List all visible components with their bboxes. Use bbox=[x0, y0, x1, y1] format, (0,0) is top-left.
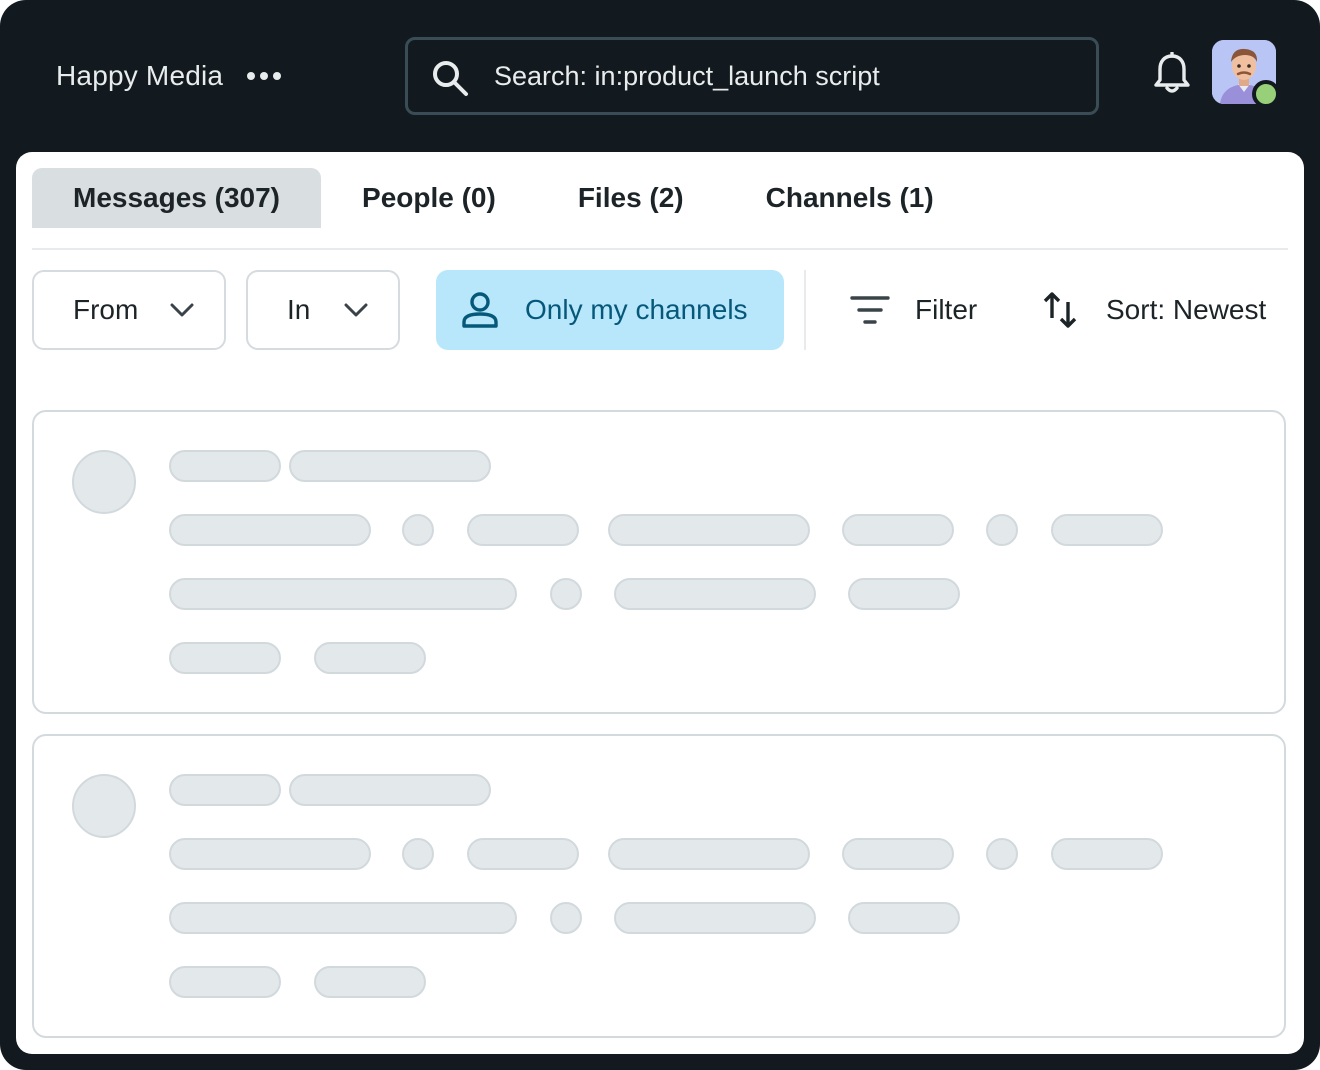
skeleton-line bbox=[314, 642, 426, 674]
skeleton-dot bbox=[986, 838, 1018, 870]
workspace-switcher[interactable]: Happy Media bbox=[56, 56, 282, 96]
skeleton-line bbox=[169, 514, 371, 546]
skeleton-line bbox=[614, 578, 816, 610]
chevron-down-icon bbox=[170, 303, 194, 317]
bell-icon[interactable] bbox=[1152, 52, 1192, 96]
from-dropdown[interactable]: From bbox=[32, 270, 226, 350]
message-result-placeholder bbox=[32, 734, 1286, 1038]
skeleton-line bbox=[169, 774, 281, 806]
skeleton-line bbox=[169, 578, 517, 610]
skeleton-line bbox=[848, 578, 960, 610]
skeleton-line bbox=[848, 902, 960, 934]
skeleton-line bbox=[169, 642, 281, 674]
skeleton-line bbox=[289, 450, 491, 482]
more-horizontal-icon[interactable] bbox=[247, 66, 282, 86]
message-result-placeholder bbox=[32, 410, 1286, 714]
skeleton-dot bbox=[402, 838, 434, 870]
results-tabs: Messages (307) People (0) Files (2) Chan… bbox=[32, 168, 975, 228]
skeleton-line bbox=[608, 838, 810, 870]
only-my-channels-toggle[interactable]: Only my channels bbox=[436, 270, 784, 350]
in-dropdown-label: In bbox=[287, 294, 311, 325]
skeleton-line bbox=[169, 838, 371, 870]
tab-people[interactable]: People (0) bbox=[321, 168, 537, 228]
skeleton-line bbox=[314, 966, 426, 998]
filter-divider bbox=[804, 270, 806, 350]
avatar[interactable] bbox=[1212, 40, 1280, 108]
skeleton-line bbox=[467, 514, 579, 546]
skeleton-line bbox=[842, 514, 954, 546]
skeleton-line bbox=[614, 902, 816, 934]
tab-channels[interactable]: Channels (1) bbox=[725, 168, 975, 228]
skeleton-dot bbox=[402, 514, 434, 546]
skeleton-line bbox=[169, 450, 281, 482]
only-my-channels-label: Only my channels bbox=[525, 294, 748, 325]
sort-label: Sort: Newest bbox=[1106, 294, 1267, 325]
search-bar[interactable] bbox=[405, 37, 1099, 115]
tabs-divider bbox=[32, 248, 1288, 250]
skeleton-line bbox=[1051, 838, 1163, 870]
sort-button[interactable]: Sort: Newest bbox=[1028, 270, 1268, 350]
skeleton-line bbox=[289, 774, 491, 806]
sort-icon bbox=[1043, 292, 1077, 328]
search-icon bbox=[433, 61, 468, 96]
skeleton-line bbox=[467, 838, 579, 870]
filter-label: Filter bbox=[915, 294, 978, 325]
from-dropdown-label: From bbox=[73, 294, 139, 325]
tab-messages[interactable]: Messages (307) bbox=[32, 168, 322, 228]
presence-indicator bbox=[1252, 80, 1280, 108]
chevron-down-icon bbox=[344, 303, 368, 317]
skeleton-line bbox=[169, 966, 281, 998]
skeleton-line bbox=[608, 514, 810, 546]
app-window: Happy Media Messag bbox=[0, 0, 1320, 1070]
tab-files[interactable]: Files (2) bbox=[537, 168, 725, 228]
skeleton-line bbox=[1051, 514, 1163, 546]
search-results-panel: Messages (307) People (0) Files (2) Chan… bbox=[16, 152, 1304, 1054]
skeleton-dot bbox=[986, 514, 1018, 546]
skeleton-line bbox=[169, 902, 517, 934]
skeleton-dot bbox=[550, 902, 582, 934]
search-input[interactable] bbox=[494, 40, 1084, 112]
skeleton-avatar bbox=[72, 774, 136, 838]
filter-button[interactable]: Filter bbox=[834, 270, 978, 350]
in-dropdown[interactable]: In bbox=[246, 270, 400, 350]
filter-icon bbox=[850, 296, 890, 324]
person-icon bbox=[462, 292, 498, 328]
skeleton-dot bbox=[550, 578, 582, 610]
workspace-name: Happy Media bbox=[56, 60, 224, 91]
skeleton-avatar bbox=[72, 450, 136, 514]
skeleton-line bbox=[842, 838, 954, 870]
